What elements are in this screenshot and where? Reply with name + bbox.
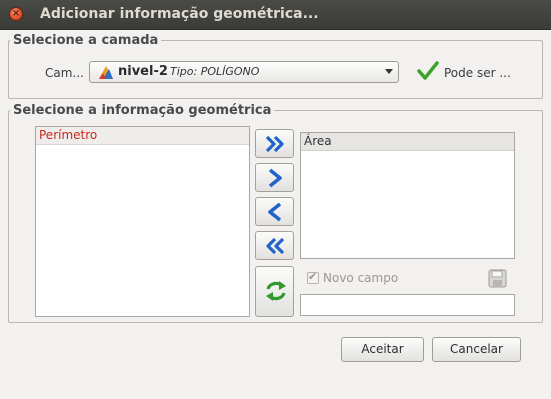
- layer-group-legend: Selecione a camada: [13, 33, 159, 48]
- layer-name: nivel-2: [118, 64, 168, 79]
- refresh-icon: [266, 281, 286, 301]
- double-chevron-left-icon: [266, 237, 285, 255]
- layer-select[interactable]: nivel-2 Tipo: POLÍGONO: [89, 61, 399, 83]
- chevron-left-icon: [268, 202, 282, 222]
- move-right-button[interactable]: [255, 163, 294, 192]
- layer-type: Tipo: POLÍGONO: [170, 65, 260, 78]
- move-left-button[interactable]: [255, 197, 294, 226]
- window-title: Adicionar informação geométrica...: [40, 6, 319, 22]
- new-field-input[interactable]: [300, 294, 515, 316]
- save-icon[interactable]: [488, 269, 507, 288]
- title-bar: × Adicionar informação geométrica...: [0, 0, 551, 30]
- move-all-right-button[interactable]: [255, 129, 294, 158]
- list-item[interactable]: Área: [301, 133, 514, 151]
- list-item[interactable]: Perímetro: [36, 127, 249, 145]
- selected-list[interactable]: Área: [300, 132, 515, 259]
- polygon-layer-icon: [99, 66, 113, 79]
- chevron-right-icon: [268, 168, 282, 188]
- layer-status: Pode ser ...: [444, 66, 511, 80]
- close-icon[interactable]: ×: [9, 7, 23, 21]
- checkmark-icon: [417, 61, 439, 80]
- double-chevron-right-icon: [265, 135, 284, 153]
- geometry-group-legend: Selecione a informação geométrica: [13, 103, 272, 118]
- available-list[interactable]: Perímetro: [35, 126, 250, 317]
- chevron-down-icon[interactable]: [385, 69, 393, 74]
- new-field-label: Novo campo: [323, 271, 399, 285]
- move-all-left-button[interactable]: [255, 231, 294, 260]
- refresh-button[interactable]: [255, 266, 294, 317]
- layer-label: Cam...: [45, 66, 84, 80]
- cancel-button[interactable]: Cancelar: [432, 337, 521, 362]
- new-field-checkbox[interactable]: Novo campo: [307, 270, 399, 285]
- accept-button[interactable]: Aceitar: [341, 337, 424, 362]
- checkbox-icon: [307, 270, 319, 284]
